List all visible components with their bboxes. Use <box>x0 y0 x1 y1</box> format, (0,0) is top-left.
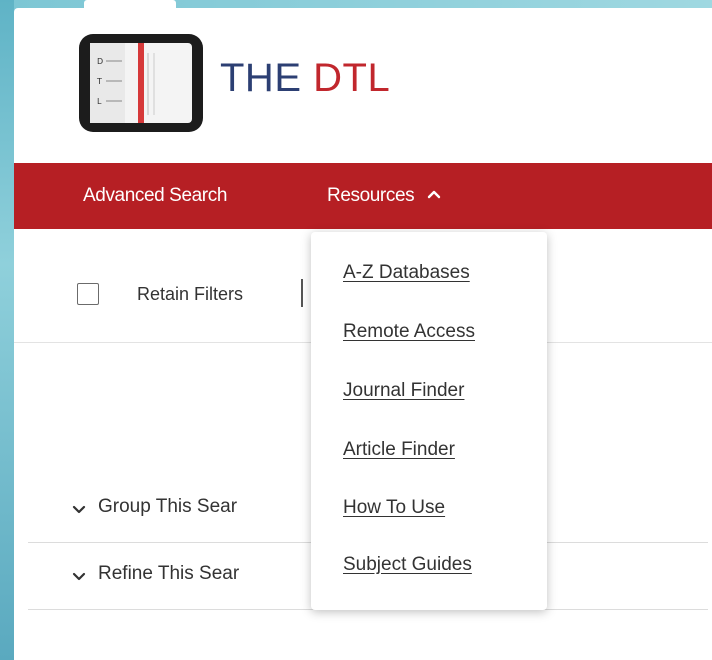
logo-letter-d: D <box>97 57 103 66</box>
menu-item-remote-access[interactable]: Remote Access <box>343 321 475 343</box>
logo-letter-t: T <box>96 77 102 86</box>
chevron-down-icon <box>72 569 86 587</box>
site-title-the: THE <box>220 56 302 100</box>
group-search-label: Group This Sear <box>98 496 238 517</box>
chevron-up-icon <box>427 161 441 227</box>
browser-tab-stub <box>84 0 176 8</box>
site-title[interactable]: THE DTL <box>220 56 390 101</box>
nav-advanced-search[interactable]: Advanced Search <box>83 163 227 229</box>
menu-item-subject-guides[interactable]: Subject Guides <box>343 554 472 576</box>
menu-item-article-finder[interactable]: Article Finder <box>343 439 455 461</box>
resources-dropdown: A-Z Databases Remote Access Journal Find… <box>311 232 547 610</box>
chevron-down-icon <box>72 502 86 520</box>
site-header: D T L THE DTL <box>14 8 712 163</box>
menu-item-how-to-use[interactable]: How To Use <box>343 497 445 519</box>
menu-item-az-databases[interactable]: A-Z Databases <box>343 262 470 284</box>
separator <box>301 279 303 307</box>
nav-resources-label: Resources <box>327 185 415 206</box>
retain-filters-label[interactable]: Retain Filters <box>137 284 243 305</box>
refine-search-label: Refine This Sear <box>98 563 240 584</box>
nav-resources[interactable]: Resources <box>327 163 441 229</box>
logo-letter-l: L <box>97 97 102 106</box>
main-nav: Advanced Search Resources <box>14 163 712 229</box>
menu-item-journal-finder[interactable]: Journal Finder <box>343 380 464 402</box>
background-left <box>0 0 14 660</box>
book-logo-icon[interactable]: D T L <box>78 33 204 133</box>
site-title-dtl: DTL <box>313 56 391 100</box>
retain-filters-checkbox[interactable] <box>77 283 99 305</box>
